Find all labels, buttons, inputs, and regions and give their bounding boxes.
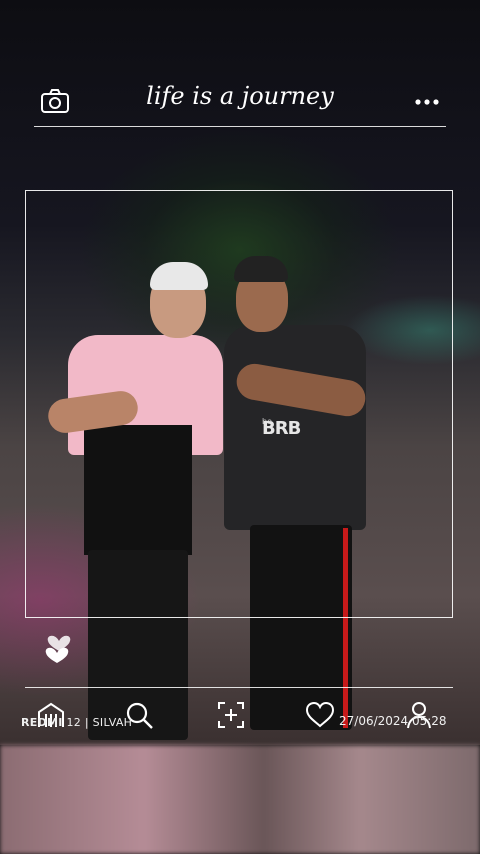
hearts-icon [45, 635, 71, 663]
scan-plus-icon[interactable] [216, 700, 246, 730]
header-bar: life is a journey [34, 80, 446, 127]
footer-divider [25, 687, 453, 688]
watermark-brand: REDMI [21, 716, 63, 729]
blurred-bottom-strip [0, 745, 480, 854]
page-title: life is a journey [146, 82, 334, 110]
more-dots-icon[interactable] [414, 98, 440, 106]
photo-datetime: 27/06/2024 05:28 [339, 714, 447, 728]
photo-frame [25, 190, 453, 618]
heart-icon[interactable] [305, 700, 335, 730]
device-watermark: REDMI 12 | SILVAH [21, 716, 132, 729]
watermark-author: 12 | SILVAH [62, 716, 133, 729]
